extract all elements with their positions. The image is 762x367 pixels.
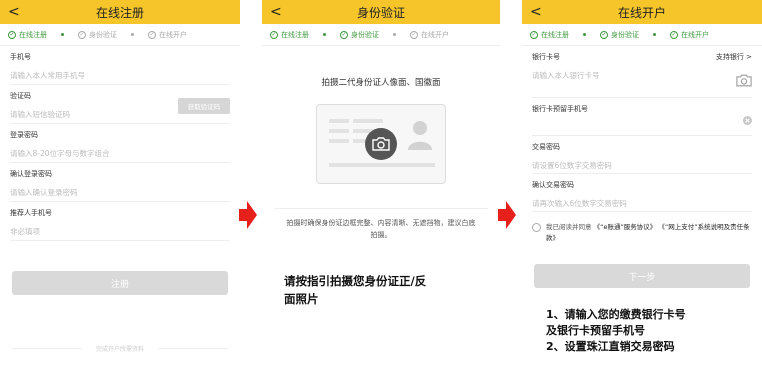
step-separator	[393, 33, 396, 36]
agreement-row[interactable]: 我已阅读并同意 《“e账通”服务协议》 《“网上支付”系统说明及责任条款》	[522, 222, 762, 244]
back-button[interactable]: <	[8, 3, 20, 21]
supported-banks-link[interactable]: 支持银行 >	[716, 52, 752, 62]
card-line	[329, 129, 349, 133]
open-account-header: < 在线开户	[522, 0, 762, 24]
check-icon: ✓	[670, 30, 678, 39]
phone-input[interactable]: 请输入本人常用手机号	[10, 70, 230, 81]
step-indicator: ✓ 在线注册 ✓ 身份验证 ✓ 在线开户	[0, 24, 240, 46]
capture-heading: 拍摄二代身份证人像面、国徽面	[321, 78, 441, 88]
register-screen: < 在线注册 ✓ 在线注册 ✓ 身份验证 ✓ 在线开户 手机号 请输入本人常用手机号 …	[0, 0, 240, 367]
phone-field[interactable]: 手机号 请输入本人常用手机号	[10, 46, 230, 85]
step-verify: ✓ 身份验证	[78, 30, 117, 39]
page-title: 在线注册	[95, 5, 144, 20]
trade-password-input[interactable]: 请设置6位数字交易密码	[532, 160, 752, 171]
open-account-form: 银行卡号 支持银行 > 请输入本人银行卡号 银行卡预留手机号 交易密码 请设置6…	[522, 46, 762, 212]
agreement-link[interactable]: 《“e账通”服务协议》	[594, 223, 657, 231]
page-title: 在线开户	[617, 5, 666, 20]
camera-icon	[372, 137, 390, 151]
trade-password-field[interactable]: 交易密码 请设置6位数字交易密码	[532, 136, 752, 174]
confirm-password-input[interactable]: 请输入确认登录密码	[10, 187, 230, 198]
step-verify: ✓ 身份验证	[600, 30, 639, 39]
page-title: 身份验证	[356, 5, 405, 20]
login-password-input[interactable]: 请输入8-20位字母与数字组合	[10, 148, 230, 159]
confirm-password-field[interactable]: 确认登录密码 请输入确认登录密码	[10, 163, 230, 202]
login-password-field[interactable]: 登录密码 请输入8-20位字母与数字组合	[10, 124, 230, 163]
divider	[274, 208, 488, 209]
referrer-phone-field[interactable]: 推荐人手机号 非必填项	[10, 202, 230, 241]
step-register: ✓ 在线注册	[530, 30, 569, 39]
step-indicator: ✓ 在线注册 ✓ 身份验证 ✓ 在线开户	[262, 24, 500, 46]
step-separator	[653, 33, 656, 36]
register-header: < 在线注册	[0, 0, 240, 24]
footer-note: 完成开户所需资料	[12, 344, 228, 353]
card-line	[329, 139, 349, 143]
card-line	[329, 163, 435, 167]
check-icon: ✓	[530, 30, 538, 39]
open-account-caption: 1、请输入您的缴费银行卡号 及银行卡预留手机号 2、设置珠江直销交易密码	[546, 308, 686, 353]
clear-icon[interactable]	[743, 116, 752, 125]
register-form: 手机号 请输入本人常用手机号 验证码 请输入短信验证码 获取验证码 登录密码 请…	[0, 46, 240, 241]
agreement-text: 我已阅读并同意 《“e账通”服务协议》 《“网上支付”系统说明及责任条款》	[546, 223, 750, 242]
check-icon: ✓	[78, 30, 86, 39]
step-open-account: ✓ 在线开户	[410, 30, 449, 39]
field-label: 确认交易密码	[532, 181, 574, 189]
camera-icon[interactable]	[736, 74, 752, 87]
register-button[interactable]: 注册	[12, 271, 228, 295]
back-button[interactable]: <	[530, 3, 542, 21]
id-card-capture[interactable]	[316, 104, 446, 184]
step-open-account: ✓ 在线开户	[148, 30, 187, 39]
bank-card-field[interactable]: 银行卡号 支持银行 > 请输入本人银行卡号	[532, 46, 752, 98]
check-icon: ✓	[8, 30, 16, 39]
confirm-trade-password-field[interactable]: 确认交易密码 请再次输入6位数字交易密码	[532, 174, 752, 212]
check-icon: ✓	[600, 30, 608, 39]
camera-button[interactable]	[365, 128, 397, 160]
card-line	[329, 119, 349, 123]
field-label: 登录密码	[10, 131, 38, 139]
tutorial-stage: < 在线注册 ✓ 在线注册 ✓ 身份验证 ✓ 在线开户 手机号 请输入本人常用手机号 …	[0, 0, 762, 367]
check-icon: ✓	[410, 30, 418, 39]
step-open-account: ✓ 在线开户	[670, 30, 709, 39]
check-icon: ✓	[340, 30, 348, 39]
field-label: 推荐人手机号	[10, 209, 52, 217]
field-label: 交易密码	[532, 143, 560, 151]
step-separator	[323, 33, 326, 36]
step-register: ✓ 在线注册	[8, 30, 47, 39]
portrait-icon	[408, 121, 432, 150]
field-label: 确认登录密码	[10, 170, 52, 178]
red-right-arrow-icon	[239, 201, 257, 229]
step-separator	[131, 33, 134, 36]
confirm-trade-password-input[interactable]: 请再次输入6位数字交易密码	[532, 198, 752, 209]
card-line	[353, 119, 383, 123]
capture-tip: 拍摄时确保身份证边框完整、内容清晰、无遮挡物，建议白底拍摄。	[286, 219, 476, 239]
agreement-checkbox[interactable]	[532, 223, 541, 232]
get-code-button[interactable]: 获取验证码	[178, 98, 230, 114]
step-separator	[61, 33, 64, 36]
check-icon: ✓	[270, 30, 278, 39]
referrer-phone-input[interactable]: 非必填项	[10, 226, 230, 237]
identity-caption: 请按指引拍摄您身份证正/反 面照片	[284, 274, 427, 306]
step-indicator: ✓ 在线注册 ✓ 身份验证 ✓ 在线开户	[522, 24, 762, 46]
bank-card-input[interactable]: 请输入本人银行卡号	[532, 70, 752, 81]
identity-screen: < 身份验证 ✓ 在线注册 ✓ 身份验证 ✓ 在线开户 拍摄二代身份证人像面、国徽面	[262, 0, 500, 367]
field-label: 银行卡预留手机号	[532, 105, 588, 113]
back-button[interactable]: <	[270, 3, 282, 21]
sms-code-field[interactable]: 验证码 请输入短信验证码 获取验证码	[10, 85, 230, 124]
reserved-phone-field[interactable]: 银行卡预留手机号	[532, 98, 752, 136]
field-label: 手机号	[10, 53, 31, 61]
identity-header: < 身份验证	[262, 0, 500, 24]
check-icon: ✓	[148, 30, 156, 39]
step-separator	[583, 33, 586, 36]
next-step-button[interactable]: 下一步	[534, 264, 750, 288]
step-register: ✓ 在线注册	[270, 30, 309, 39]
step-verify: ✓ 身份验证	[340, 30, 379, 39]
red-right-arrow-icon	[498, 201, 516, 229]
